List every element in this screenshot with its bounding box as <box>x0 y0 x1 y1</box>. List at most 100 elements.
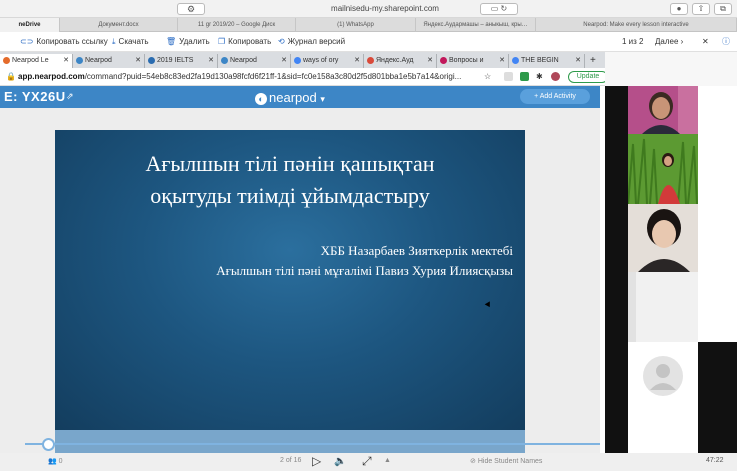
address-path: /command?puid=54eb8c83ed2fa19d130a98fcfd… <box>84 72 462 81</box>
slide-title-line1: Ағылшын тілі пәнін қашықтан <box>145 151 435 176</box>
close-tab-icon[interactable]: ✕ <box>354 54 360 68</box>
puzzle-icon[interactable]: ✱ <box>536 72 545 81</box>
slide-counter: 2 of 16 <box>280 457 302 464</box>
doc-tab-bar: neDrive Документ.docx 11 gr 2019/20 – Go… <box>0 18 737 32</box>
chrome-tab-bar: Nearpod Le ✕ Nearpod ✕ 2019 IELTS ✕ Nearpod… <box>0 52 605 68</box>
progress-track <box>25 443 600 445</box>
participant-avatar <box>628 134 698 204</box>
settings-gear-icon[interactable]: ⚙ <box>177 3 205 15</box>
tab-favicon-icon <box>440 56 447 64</box>
session-time: 47:22 <box>706 457 724 464</box>
next-button[interactable]: Далее › <box>655 36 683 48</box>
chrome-tab[interactable]: Яндекс.Ауд ✕ <box>364 54 437 68</box>
add-activity-button[interactable]: + Add Activity <box>520 89 590 104</box>
tab-label: THE BEGIN <box>521 57 559 64</box>
close-tab-icon[interactable]: ✕ <box>63 54 69 68</box>
nearpod-logo-text: nearpod <box>269 90 317 105</box>
delete-label: Удалить <box>179 37 210 46</box>
copy-link-label: Копировать ссылку <box>36 37 108 46</box>
copy-icon: ❐ <box>218 37 226 46</box>
slide-progress-bar[interactable] <box>0 438 600 452</box>
chrome-tab[interactable]: Nearpod ✕ <box>218 54 291 68</box>
download-button[interactable]: ⤓ Скачать <box>112 36 149 48</box>
chrome-tab[interactable]: Вопросы и ✕ <box>437 54 509 68</box>
browser-url[interactable]: mailnisedu-my.sharepoint.com <box>260 3 510 15</box>
doc-tab[interactable]: (1) WhatsApp <box>296 18 416 32</box>
chevron-right-icon: › <box>680 37 684 46</box>
nearpod-logo[interactable]: ◐ nearpod ▾ <box>255 90 325 105</box>
students-icon: 👥 <box>48 458 57 465</box>
profile-icon[interactable] <box>551 72 560 81</box>
download-icon[interactable]: ● <box>670 3 688 15</box>
pager-text: 1 из 2 <box>622 37 644 46</box>
player-controls: 👥 0 2 of 16 ▷ 🔈 ⤢ ▲ ⊘ Hide Student Names… <box>0 453 737 471</box>
slide-subtitle-teacher: Ағылшын тілі пәні мұғалімі Павиз Хурия И… <box>216 263 513 278</box>
new-tab-icon[interactable]: + <box>587 54 603 68</box>
close-tab-icon[interactable]: ✕ <box>427 54 433 68</box>
doc-tab[interactable]: Nearpod: Make every lesson interactive <box>536 18 737 32</box>
close-tab-icon[interactable]: ✕ <box>135 54 141 68</box>
link-icon: ⊂⊃ <box>20 37 34 46</box>
progress-handle[interactable] <box>42 438 56 451</box>
tab-label: Nearpod <box>85 57 112 64</box>
delete-button[interactable]: 🗑 Удалить <box>166 36 210 48</box>
session-code-value: YX26U <box>21 89 66 104</box>
participant-video-tile[interactable] <box>628 204 698 272</box>
participant-avatar <box>628 204 698 272</box>
doc-tab[interactable]: Яндекс.Аудармашы – аныкыш, кры… <box>416 18 536 32</box>
doc-tab[interactable]: Документ.docx <box>60 18 178 32</box>
slide-subtitle-school: ХББ Назарбаев Зияткерлік мектебі <box>320 243 513 258</box>
participant-video-tile[interactable] <box>628 272 698 342</box>
default-avatar-icon <box>628 344 698 412</box>
panel-top-filler <box>605 52 737 86</box>
video-participants-panel <box>605 52 737 453</box>
tab-label: 2019 IELTS <box>157 57 194 64</box>
address-bar[interactable]: 🔒 app.nearpod.com/command?puid=54eb8c83e… <box>0 68 608 86</box>
download-label: Скачать <box>118 37 149 46</box>
doc-tab[interactable]: neDrive <box>0 18 60 32</box>
copy-button[interactable]: ❐ Копировать <box>218 36 271 48</box>
close-icon[interactable]: ✕ <box>702 36 709 48</box>
address-url[interactable]: app.nearpod.com/command?puid=54eb8c83ed2… <box>18 72 461 81</box>
participant-video-tile[interactable] <box>628 134 698 204</box>
session-code: E: YX26U <box>4 89 66 104</box>
history-icon: ⟲ <box>278 37 285 46</box>
doc-tab[interactable]: 11 gr 2019/20 – Google Диск <box>178 18 296 32</box>
play-icon[interactable]: ▷ <box>312 454 321 468</box>
close-tab-icon[interactable]: ✕ <box>575 54 581 68</box>
triangle-icon[interactable]: ▲ <box>384 457 391 464</box>
tab-favicon-icon <box>512 56 519 64</box>
external-link-icon[interactable]: ⇗ <box>66 91 74 102</box>
tab-favicon-icon <box>76 56 83 64</box>
close-tab-icon[interactable]: ✕ <box>208 54 214 68</box>
close-tab-icon[interactable]: ✕ <box>281 54 287 68</box>
fullscreen-icon[interactable]: ⤢ <box>362 454 372 469</box>
chrome-tab[interactable]: Nearpod Le ✕ <box>0 54 73 68</box>
chrome-tab[interactable]: ways of ory ✕ <box>291 54 364 68</box>
download-icon: ⤓ <box>112 37 116 46</box>
tabs-icon[interactable]: ⧉ <box>714 3 732 15</box>
reload-icon[interactable]: ▭ ↻ <box>480 3 518 15</box>
chrome-tab[interactable]: THE BEGIN ✕ <box>509 54 585 68</box>
chrome-tab[interactable]: 2019 IELTS ✕ <box>145 54 218 68</box>
extension-icon[interactable] <box>504 72 513 81</box>
share-icon[interactable]: ⇧ <box>692 3 710 15</box>
participant-video-tile[interactable] <box>628 344 698 412</box>
update-button[interactable]: Update <box>568 71 608 83</box>
info-icon[interactable]: ⓘ <box>722 36 730 48</box>
audio-icon[interactable]: 🔈 <box>334 456 346 467</box>
students-count[interactable]: 👥 0 <box>48 457 63 465</box>
address-host: app.nearpod.com <box>18 72 85 81</box>
participant-video-tile[interactable] <box>628 86 698 134</box>
copy-link-button[interactable]: ⊂⊃ Копировать ссылку <box>20 36 108 48</box>
extension-icon[interactable] <box>520 72 529 81</box>
tab-favicon-icon <box>221 56 228 64</box>
star-icon[interactable]: ☆ <box>484 72 493 81</box>
participant-avatar <box>628 86 698 134</box>
hide-student-names-button[interactable]: ⊘ Hide Student Names <box>470 457 542 465</box>
close-tab-icon[interactable]: ✕ <box>499 54 505 68</box>
chrome-tab[interactable]: Nearpod ✕ <box>73 54 145 68</box>
browser-top-bar: ⚙ mailnisedu-my.sharepoint.com ▭ ↻ ● ⇧ ⧉ <box>0 0 737 18</box>
chevron-down-icon: ▾ <box>320 94 325 104</box>
version-history-button[interactable]: ⟲ Журнал версий <box>278 36 345 48</box>
